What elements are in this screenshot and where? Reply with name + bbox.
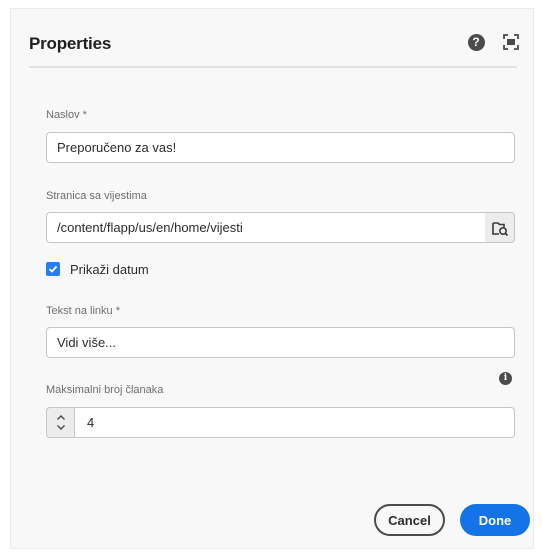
- fullscreen-icon: [503, 34, 519, 50]
- naslov-input[interactable]: Preporučeno za vas!: [46, 132, 515, 163]
- properties-dialog: Properties ? Naslov * Preporučeno za vas…: [10, 8, 534, 549]
- help-button[interactable]: ?: [466, 32, 486, 52]
- prikazi-datum-label: Prikaži datum: [70, 261, 149, 277]
- cancel-button[interactable]: Cancel: [374, 504, 445, 536]
- max-clanaka-input[interactable]: 4: [74, 407, 515, 438]
- prikazi-datum-checkbox-row[interactable]: Prikaži datum: [46, 260, 149, 278]
- browse-button[interactable]: [485, 212, 515, 243]
- chevron-up-icon[interactable]: [56, 414, 66, 421]
- stranica-label: Stranica sa vijestima: [46, 190, 147, 202]
- naslov-label: Naslov *: [46, 109, 87, 121]
- dialog-header: Properties ?: [11, 9, 533, 67]
- dialog-title: Properties: [29, 34, 112, 53]
- header-divider: [29, 66, 517, 68]
- checkmark-icon: [48, 265, 58, 273]
- max-clanaka-label: Maksimalni broj članaka: [46, 384, 164, 396]
- prikazi-datum-checkbox[interactable]: [46, 262, 60, 276]
- help-icon: ?: [467, 33, 485, 51]
- stranica-input[interactable]: /content/flapp/us/en/home/vijesti: [46, 212, 486, 243]
- chevron-down-icon[interactable]: [56, 424, 66, 431]
- fullscreen-button[interactable]: [501, 32, 521, 52]
- folder-search-icon: [491, 221, 508, 236]
- quantity-stepper[interactable]: [46, 407, 74, 438]
- tekst-linka-input[interactable]: Vidi više...: [46, 327, 515, 358]
- done-button[interactable]: Done: [460, 504, 530, 536]
- info-icon[interactable]: i: [499, 372, 512, 385]
- tekst-linka-label: Tekst na linku *: [46, 305, 120, 317]
